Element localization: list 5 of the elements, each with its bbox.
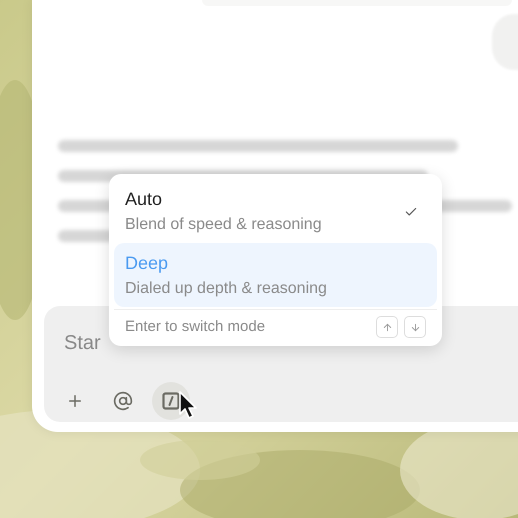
mode-title: Auto [125,188,164,211]
mode-description: Blend of speed & reasoning [125,215,322,235]
hint-text: Enter to switch mode [125,317,266,337]
mode-title: Deep [125,252,170,275]
mode-description: Dialed up depth & reasoning [125,279,327,299]
